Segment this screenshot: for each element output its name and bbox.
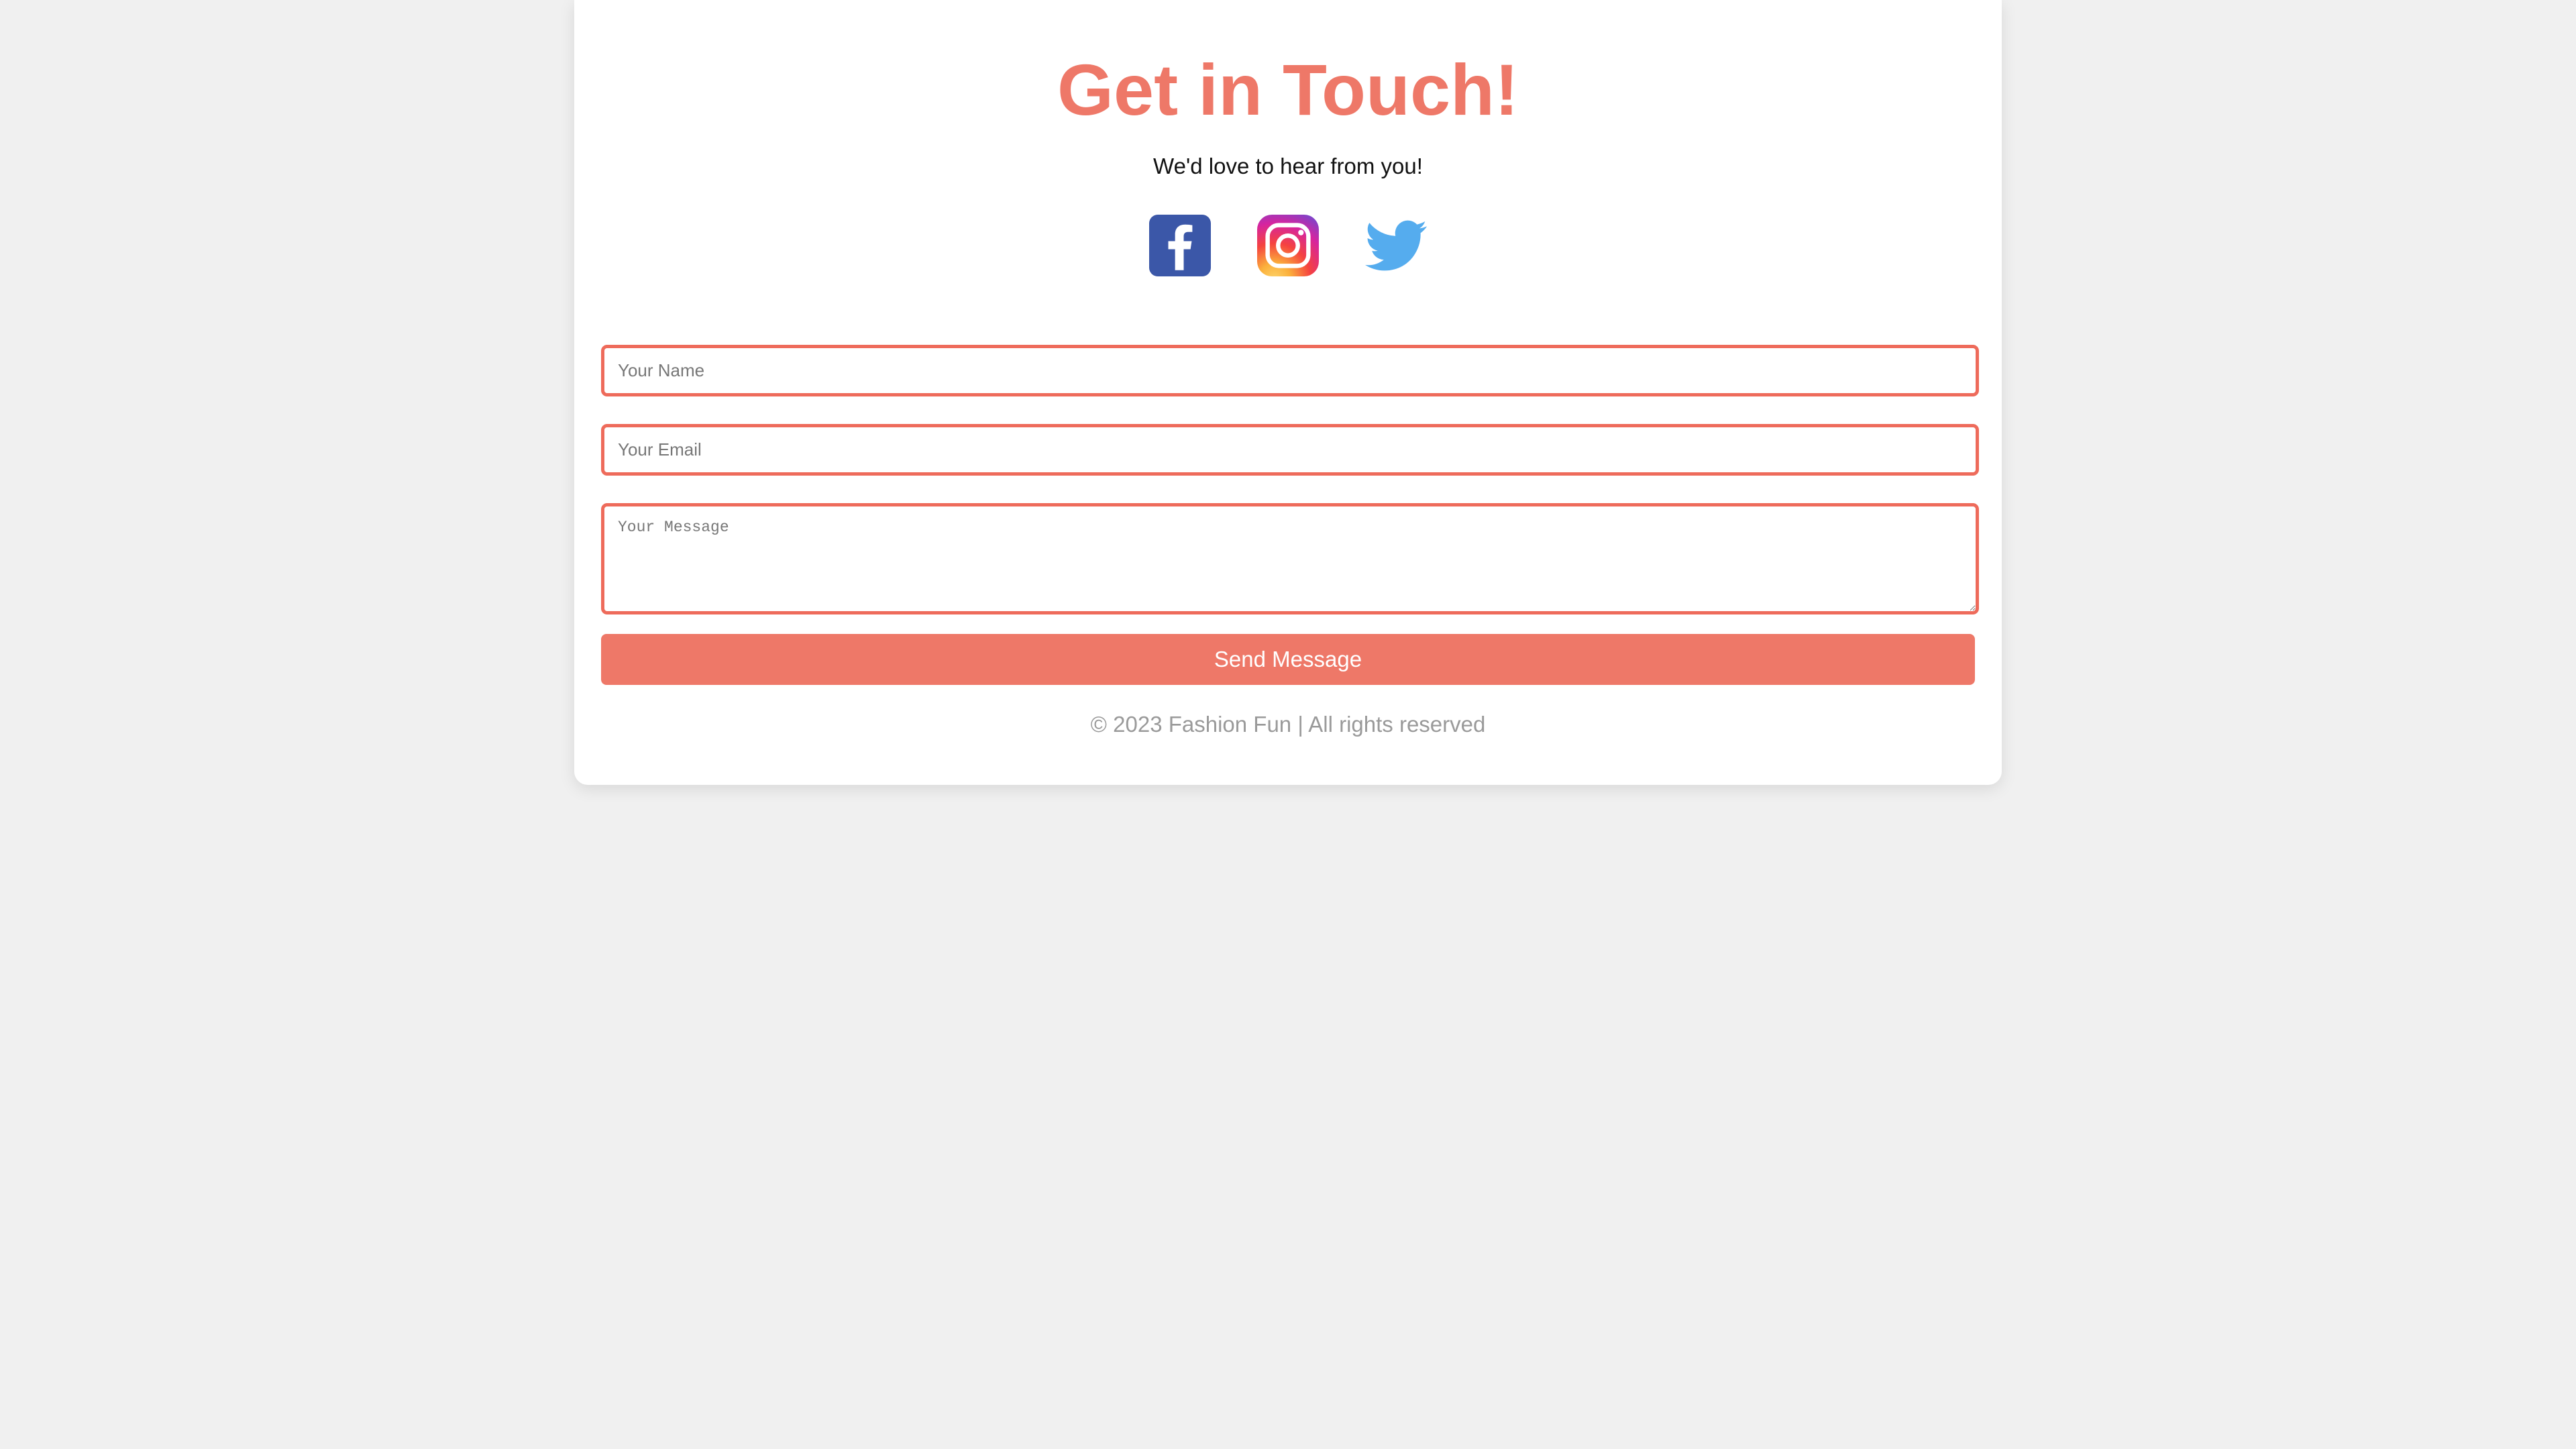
send-message-button[interactable]: Send Message <box>601 634 1975 685</box>
message-field[interactable] <box>601 503 1979 614</box>
facebook-icon <box>1149 215 1211 276</box>
email-field[interactable] <box>601 424 1979 476</box>
contact-card: Get in Touch! We'd love to hear from you… <box>574 0 2002 785</box>
facebook-link[interactable] <box>1149 215 1211 276</box>
instagram-icon <box>1257 215 1319 276</box>
name-field[interactable] <box>601 345 1979 396</box>
page-title: Get in Touch! <box>1057 49 1519 130</box>
twitter-link[interactable] <box>1365 215 1427 276</box>
page-subtitle: We'd love to hear from you! <box>1153 154 1423 178</box>
footer-copyright: © 2023 Fashion Fun | All rights reserved <box>1090 712 1486 737</box>
instagram-link[interactable] <box>1257 215 1319 276</box>
twitter-icon <box>1365 220 1427 271</box>
